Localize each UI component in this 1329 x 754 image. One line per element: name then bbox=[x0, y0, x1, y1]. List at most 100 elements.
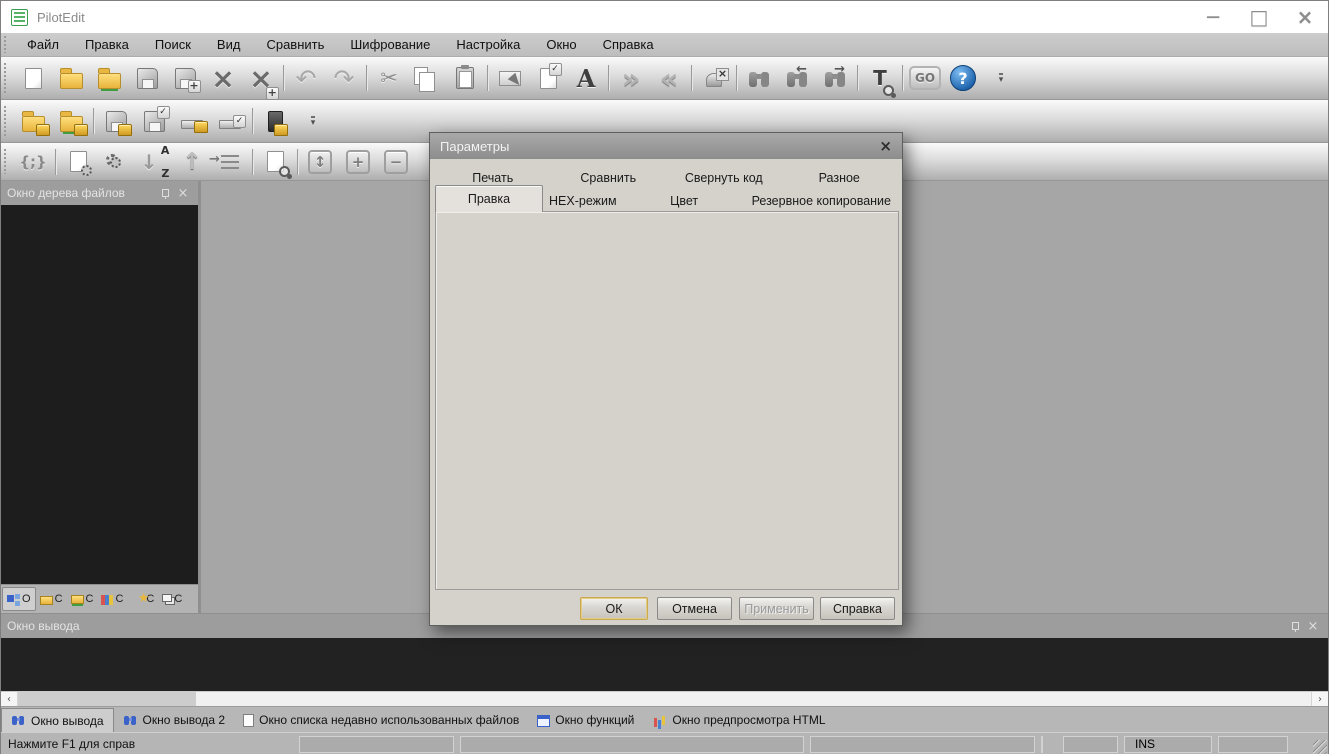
file-tree-panel: Окно дерева файлов × OCCCCC bbox=[1, 181, 201, 613]
toolbar-overflow-button[interactable]: ▾ bbox=[982, 60, 1020, 96]
help-icon: ? bbox=[950, 65, 976, 91]
expand-selection-button[interactable]: ↕ bbox=[301, 146, 339, 178]
dialog-tab-pane bbox=[435, 211, 899, 590]
find-next-button[interactable] bbox=[816, 60, 854, 96]
menu-file[interactable]: Файл bbox=[14, 34, 72, 55]
apply-button[interactable]: Применить bbox=[739, 597, 814, 620]
zoom-out-button[interactable]: − bbox=[377, 146, 415, 178]
menu-encryption[interactable]: Шифрование bbox=[337, 34, 443, 55]
panel-tab-folder[interactable]: C bbox=[36, 587, 67, 611]
close-file-button[interactable]: × bbox=[204, 60, 242, 96]
menu-compare[interactable]: Сравнить bbox=[253, 34, 337, 55]
open-remote-file-button[interactable] bbox=[90, 60, 128, 96]
paste-button[interactable] bbox=[446, 60, 484, 96]
save-all-button[interactable] bbox=[166, 60, 204, 96]
dialog-title-bar[interactable]: Параметры × bbox=[430, 133, 902, 159]
select-button[interactable] bbox=[491, 60, 529, 96]
save-decrypted-button[interactable] bbox=[135, 103, 173, 139]
panel-tab-file-tree[interactable]: O bbox=[2, 587, 36, 611]
minimize-button[interactable]: ─ bbox=[1190, 1, 1236, 33]
sort-button[interactable]: ↓ bbox=[135, 146, 173, 178]
file-settings-button[interactable] bbox=[59, 146, 97, 178]
file-tree-body bbox=[1, 205, 198, 584]
toolbar-separator bbox=[252, 108, 253, 134]
dialog-tab-edit[interactable]: Правка bbox=[435, 185, 543, 212]
tab-output-window-2[interactable]: Окно вывода 2 bbox=[114, 708, 235, 732]
open-encrypted-remote-button[interactable] bbox=[52, 103, 90, 139]
upload-encrypted-button[interactable] bbox=[173, 103, 211, 139]
open-encrypted-file-button[interactable] bbox=[14, 103, 52, 139]
font-button[interactable]: A bbox=[567, 60, 605, 96]
resize-grip[interactable] bbox=[1313, 740, 1327, 754]
encrypted-device-button[interactable] bbox=[256, 103, 294, 139]
pin-button[interactable] bbox=[156, 184, 174, 202]
help-button[interactable]: Справка bbox=[820, 597, 895, 620]
tab-html-preview-window[interactable]: Окно предпросмотра HTML bbox=[643, 708, 834, 732]
tab-functions-window[interactable]: Окно функций bbox=[528, 708, 643, 732]
scroll-right-button[interactable]: › bbox=[1311, 692, 1328, 706]
menu-view[interactable]: Вид bbox=[204, 34, 254, 55]
save-encrypted-button[interactable] bbox=[97, 103, 135, 139]
outdent-button[interactable]: « bbox=[650, 60, 688, 96]
file-search-button[interactable] bbox=[256, 146, 294, 178]
dialog-title: Параметры bbox=[440, 139, 879, 154]
maximize-button[interactable]: □ bbox=[1236, 1, 1282, 33]
panel-tab-remote-folder[interactable]: C bbox=[67, 587, 98, 611]
find-previous-button[interactable] bbox=[778, 60, 816, 96]
cut-button[interactable]: ✂ bbox=[370, 60, 408, 96]
folder-remote-lock-icon bbox=[60, 116, 83, 132]
dialog-tab-misc[interactable]: Разное bbox=[782, 167, 898, 189]
window-controls: ─□× bbox=[1190, 1, 1328, 33]
menu-window[interactable]: Окно bbox=[533, 34, 589, 55]
copy-button[interactable] bbox=[408, 60, 446, 96]
save-button[interactable] bbox=[128, 60, 166, 96]
tab-recent-files-window[interactable]: Окно списка недавно использованных файло… bbox=[234, 708, 528, 732]
ok-button[interactable]: ОК bbox=[580, 597, 648, 620]
find-button[interactable] bbox=[740, 60, 778, 96]
panel-tab-favorites[interactable]: C bbox=[127, 587, 158, 611]
help-button[interactable]: ? bbox=[944, 60, 982, 96]
menu-search[interactable]: Поиск bbox=[142, 34, 204, 55]
script-button[interactable]: {;} bbox=[14, 146, 52, 178]
panel-close-button[interactable]: × bbox=[174, 184, 192, 202]
pin-button[interactable] bbox=[1286, 617, 1304, 635]
move-up-button[interactable]: ↑ bbox=[173, 146, 211, 178]
disable-alerts-button[interactable] bbox=[695, 60, 733, 96]
toolbar-separator bbox=[252, 149, 253, 175]
cancel-button[interactable]: Отмена bbox=[657, 597, 732, 620]
scrollbar-thumb[interactable] bbox=[18, 692, 196, 706]
redo-button[interactable]: ↷ bbox=[325, 60, 363, 96]
select-list-button[interactable] bbox=[529, 60, 567, 96]
zoom-in-button[interactable]: + bbox=[339, 146, 377, 178]
scroll-left-button[interactable]: ‹ bbox=[1, 692, 18, 706]
status-divider bbox=[1041, 736, 1043, 753]
goto-button[interactable]: GO bbox=[906, 60, 944, 96]
settings-button[interactable] bbox=[97, 146, 135, 178]
dialog-tab-collapse-code[interactable]: Свернуть код bbox=[666, 167, 782, 189]
dialog-tab-compare[interactable]: Сравнить bbox=[551, 167, 667, 189]
undo-button[interactable]: ↶ bbox=[287, 60, 325, 96]
toolbar-overflow-button[interactable]: ▾ bbox=[294, 103, 332, 139]
tab-output-window[interactable]: Окно вывода bbox=[1, 708, 114, 732]
bottom-tab-label: Окно вывода bbox=[31, 714, 104, 728]
close-all-button[interactable]: × bbox=[242, 60, 280, 96]
panel-close-button[interactable]: × bbox=[1304, 617, 1322, 635]
dialog-close-button[interactable]: × bbox=[879, 137, 892, 155]
menu-edit[interactable]: Правка bbox=[72, 34, 142, 55]
panel-tab-windows[interactable]: C bbox=[158, 587, 186, 611]
indent-lines-button[interactable] bbox=[211, 146, 249, 178]
panel-tab-chart[interactable]: C bbox=[97, 587, 127, 611]
bottom-tab-label: Окно списка недавно использованных файло… bbox=[259, 713, 519, 727]
find-text-button[interactable]: T bbox=[861, 60, 899, 96]
dialog-tab-hex-mode[interactable]: HEX-режим bbox=[543, 189, 623, 212]
open-file-button[interactable] bbox=[52, 60, 90, 96]
menu-help[interactable]: Справка bbox=[590, 34, 667, 55]
dialog-tab-backup[interactable]: Резервное копирование bbox=[746, 189, 897, 212]
menu-settings[interactable]: Настройка bbox=[443, 34, 533, 55]
indent-button[interactable]: » bbox=[612, 60, 650, 96]
copy-icon bbox=[414, 67, 428, 85]
new-file-button[interactable] bbox=[14, 60, 52, 96]
dialog-tab-color[interactable]: Цвет bbox=[623, 189, 746, 212]
upload-decrypted-button[interactable] bbox=[211, 103, 249, 139]
close-button[interactable]: × bbox=[1282, 1, 1328, 33]
